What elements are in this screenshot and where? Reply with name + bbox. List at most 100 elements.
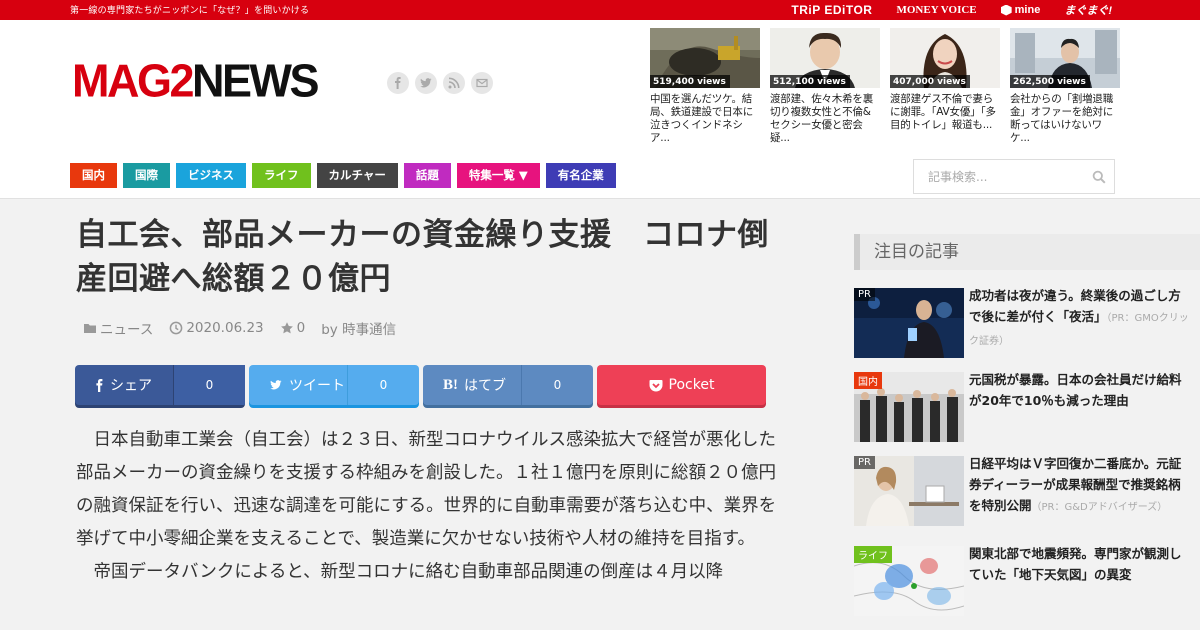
mine-logo-icon [1000, 4, 1012, 16]
popular-article-views: 262,500 views [1010, 75, 1090, 88]
twitter-icon[interactable] [415, 72, 437, 94]
article-paragraph: 日本自動車工業会（自工会）は２３日、新型コロナウイルス感染拡大で経営が悪化した部… [76, 430, 777, 549]
rss-icon[interactable] [443, 72, 465, 94]
nav-item-life[interactable]: ライフ [252, 163, 311, 188]
star-icon [280, 322, 293, 334]
featured-article-text: 元国税が暴露。日本の会社員だけ給料が20年で10％も減った理由 [969, 369, 1193, 413]
popular-article[interactable]: 519,400 views 中国を選んだツケ。結局、鉄道建設で日本に泣きつくイン… [650, 28, 760, 145]
partner-link-mine[interactable]: mine [1000, 4, 1041, 16]
featured-article-tag: 国内 [854, 372, 882, 389]
article-author[interactable]: by 時事通信 [321, 318, 396, 338]
search-input[interactable] [914, 160, 1084, 193]
nav-item-domestic[interactable]: 国内 [70, 163, 117, 188]
featured-article[interactable]: PR 成功者は夜が違う。終業後の過ごし方で後に差が付く「夜活」（PR：GMOクリ… [854, 288, 1200, 358]
featured-article-thumbnail: PR [854, 456, 964, 526]
popular-article-views: 512,100 views [770, 75, 850, 88]
category-nav: 国内 国際 ビジネス ライフ カルチャー 話題 特集一覧 ▼ 有名企業 [70, 163, 616, 188]
twitter-share-button[interactable]: ツイート 0 [249, 365, 419, 405]
popular-article-thumbnail: 407,000 views [890, 28, 1000, 88]
article-category-label: ニュース [100, 322, 154, 338]
nav-item-business[interactable]: ビジネス [176, 163, 246, 188]
partner-links: TRiP EDiTOR MONEY VOICE mine まぐまぐ! [791, 1, 1112, 19]
facebook-share-count: 0 [173, 365, 245, 405]
logo-mag2: MAG2 [72, 54, 195, 107]
popular-article-views: 519,400 views [650, 75, 730, 88]
popular-articles: 519,400 views 中国を選んだツケ。結局、鉄道建設で日本に泣きつくイン… [650, 28, 1120, 145]
popular-article-title: 渡部建、佐々木希を裏切り複数女性と不倫&セクシー女優と密会疑... [770, 93, 873, 144]
sidebar: 注目の記事 PR 成功者は夜が違う。終業後の過ごし方で後に差が付く「夜活」（PR… [854, 234, 1200, 616]
twitter-share-count: 0 [347, 365, 419, 405]
featured-article-text: 成功者は夜が違う。終業後の過ごし方で後に差が付く「夜活」（PR：GMOクリック証… [969, 285, 1193, 352]
popular-article[interactable]: 262,500 views 会社からの「割増退職金」オファーを絶対に断ってはいけ… [1010, 28, 1120, 145]
featured-article-title: 関東北部で地震頻発。専門家が観測していた「地下天気図」の異変 [969, 546, 1182, 582]
nav-item-culture[interactable]: カルチャー [316, 163, 398, 188]
search-box [913, 159, 1115, 194]
pocket-button[interactable]: Pocket [597, 365, 766, 405]
featured-article-sponsor: （PR：G&Dアドバイザーズ） [1031, 502, 1168, 513]
hatena-bookmark-button[interactable]: B! はてブ 0 [423, 365, 593, 405]
mail-icon[interactable] [471, 72, 493, 94]
hatena-bookmark-label: はてブ [464, 378, 506, 394]
nav-item-international[interactable]: 国際 [123, 163, 170, 188]
sidebar-heading: 注目の記事 [854, 234, 1200, 270]
facebook-share-label: シェア [110, 378, 152, 394]
logo-news: NEWS [192, 54, 320, 107]
article: 自工会、部品メーカーの資金繰り支援 コロナ倒産回避へ総額２０億円 ニュース 20… [0, 200, 840, 630]
search-icon[interactable] [1092, 170, 1106, 184]
facebook-icon [96, 378, 103, 392]
clock-icon [169, 321, 183, 335]
featured-article-thumbnail: PR [854, 288, 964, 358]
folder-icon [84, 324, 96, 333]
top-bar: 第一線の専門家たちがニッポンに「なぜ？」を問いかける TRiP EDiTOR M… [0, 0, 1200, 20]
share-buttons: シェア 0 ツイート 0 B! はてブ 0 Pocket [75, 365, 766, 405]
site-logo[interactable]: MAG2NEWS [72, 58, 320, 104]
social-links [387, 72, 493, 94]
article-date: 2020.06.23 [169, 320, 264, 336]
popular-article-views: 407,000 views [890, 75, 970, 88]
partner-link-money-voice[interactable]: MONEY VOICE [896, 4, 976, 16]
popular-article-thumbnail: 519,400 views [650, 28, 760, 88]
popular-article[interactable]: 407,000 views 渡部建ゲス不倫で妻らに謝罪。「AV女優」「多目的トイ… [890, 28, 1000, 145]
nav-item-companies[interactable]: 有名企業 [545, 163, 616, 188]
featured-article[interactable]: ライフ 関東北部で地震頻発。専門家が観測していた「地下天気図」の異変 [854, 546, 1200, 616]
article-paragraph: 帝国データバンクによると、新型コロナに絡む自動車部品関連の倒産は４月以降 [93, 562, 724, 582]
popular-article-thumbnail: 262,500 views [1010, 28, 1120, 88]
article-meta: ニュース 2020.06.23 0 by 時事通信 [83, 318, 396, 338]
featured-article-text: 関東北部で地震頻発。専門家が観測していた「地下天気図」の異変 [969, 543, 1193, 587]
pocket-icon [649, 379, 663, 391]
popular-article[interactable]: 512,100 views 渡部建、佐々木希を裏切り複数女性と不倫&セクシー女優… [770, 28, 880, 145]
featured-article[interactable]: PR 日経平均はＶ字回復か二番底か。元証券ディーラーが成果報酬型で推奨銘柄を特別… [854, 456, 1200, 526]
featured-article-tag: PR [854, 456, 875, 469]
hatena-bookmark-count: 0 [521, 365, 593, 405]
article-title: 自工会、部品メーカーの資金繰り支援 コロナ倒産回避へ総額２０億円 [76, 217, 769, 297]
article-body: 日本自動車工業会（自工会）は２３日、新型コロナウイルス感染拡大で経営が悪化した部… [76, 424, 780, 589]
partner-link-mine-label: mine [1014, 4, 1041, 16]
nav-item-topics[interactable]: 話題 [403, 163, 451, 188]
featured-article-tag: PR [854, 288, 875, 301]
facebook-share-button[interactable]: シェア 0 [75, 365, 245, 405]
featured-article-tag: ライフ [854, 546, 892, 563]
popular-article-thumbnail: 512,100 views [770, 28, 880, 88]
partner-link-mag2[interactable]: まぐまぐ! [1064, 2, 1112, 18]
featured-article-title: 元国税が暴露。日本の会社員だけ給料が20年で10％も減った理由 [969, 372, 1182, 408]
featured-article[interactable]: 国内 元国税が暴露。日本の会社員だけ給料が20年で10％も減った理由 [854, 372, 1200, 442]
partner-link-trip-editor[interactable]: TRiP EDiTOR [791, 3, 872, 17]
popular-article-title: 渡部建ゲス不倫で妻らに謝罪。「AV女優」「多目的トイレ」報道も... [890, 93, 996, 131]
featured-article-text: 日経平均はＶ字回復か二番底か。元証券ディーラーが成果報酬型で推奨銘柄を特別公開（… [969, 453, 1193, 518]
site-tagline: 第一線の専門家たちがニッポンに「なぜ？」を問いかける [70, 6, 310, 16]
twitter-share-label: ツイート [289, 378, 345, 394]
hatena-icon: B! [443, 376, 458, 393]
article-stars-count: 0 [296, 320, 306, 336]
popular-article-title: 中国を選んだツケ。結局、鉄道建設で日本に泣きつくインドネシア... [650, 93, 753, 144]
facebook-icon[interactable] [387, 72, 409, 94]
site-header: MAG2NEWS 519,400 views 中国を選んだツケ。結局、鉄道建設で… [0, 20, 1200, 199]
popular-article-title: 会社からの「割増退職金」オファーを絶対に断ってはいけないワケ... [1010, 93, 1113, 144]
featured-article-thumbnail: ライフ [854, 546, 964, 616]
article-stars[interactable]: 0 [280, 320, 306, 336]
twitter-icon [270, 380, 282, 390]
article-category[interactable]: ニュース [83, 318, 153, 338]
nav-item-features-dropdown[interactable]: 特集一覧 ▼ [456, 163, 540, 188]
article-date-label: 2020.06.23 [186, 320, 264, 336]
featured-article-thumbnail: 国内 [854, 372, 964, 442]
pocket-label: Pocket [668, 377, 715, 393]
